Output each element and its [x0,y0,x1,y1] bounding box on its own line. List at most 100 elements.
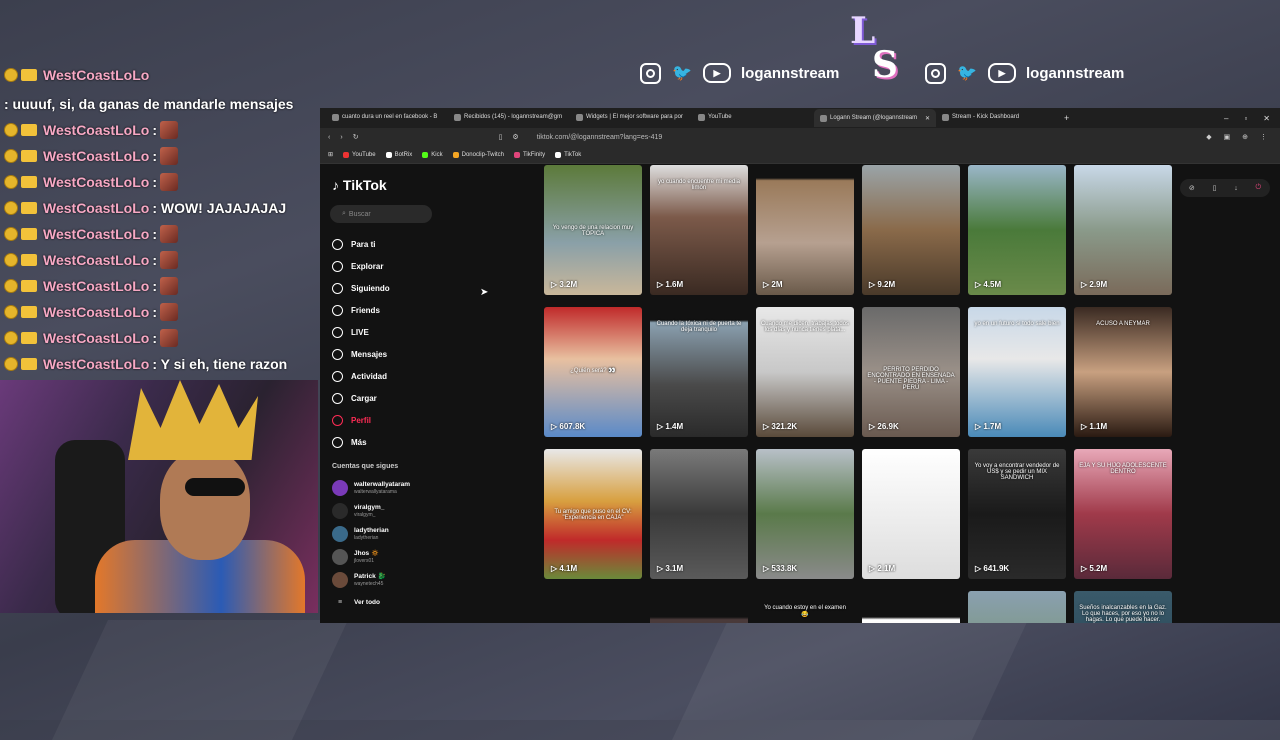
chat-username: WestCoastLoLo [43,304,150,320]
video-thumbnail[interactable]: ▷ 2.9M [1074,165,1172,295]
browser-tab[interactable]: YouTube [692,109,814,125]
avatar [332,571,348,588]
nav-item[interactable]: Explorar [332,255,390,277]
video-thumbnail[interactable]: ¿Quién será? 👀 ▷ 607.8K [544,307,642,437]
minimize-icon[interactable]: – [1224,114,1228,123]
video-thumbnail[interactable]: yo cuando encuentre mi media limón ▷ 1.6M [650,165,748,295]
followed-account[interactable]: ladytherian ladytherian [332,522,410,545]
apps-icon[interactable]: ⊞ [328,151,333,158]
followed-account[interactable]: viralgym_ viralgym_ [332,499,410,522]
bookmark-item[interactable]: Donoclip-Twitch [452,151,504,158]
close-window-icon[interactable]: ✕ [1263,114,1270,123]
tab-favicon-icon [576,113,583,121]
video-thumbnail[interactable]: ▷ 533.8K [756,449,854,579]
video-thumbnail[interactable]: Yo cuando estoy en el examen 😂 [756,591,854,623]
video-thumbnail[interactable]: ▷ 9.2M [862,165,960,295]
chat-text: : uuuuf, si, da ganas de mandarle mensaj… [4,96,294,112]
maximize-icon[interactable]: ▫ [1244,114,1247,123]
streamer-glasses [185,478,245,496]
account-text: Jhos 🔅 jlovers01 [354,550,379,564]
bookmark-item[interactable]: Kick [422,151,443,158]
new-tab-button[interactable]: + [1064,113,1069,123]
video-thumbnail[interactable]: Cuando la tóxica ni de puerta te deja tr… [650,307,748,437]
browser-tab[interactable]: Recibidos (145) - logannstream@gm [448,109,570,125]
nav-item-label: Mensajes [351,349,388,359]
nav-item[interactable]: Cargar [332,387,390,409]
nav-item[interactable]: Mensajes [332,343,390,365]
bookmark-item[interactable]: YouTube [343,151,376,158]
tab-close-icon[interactable]: ✕ [925,115,930,122]
tab-title: cuanto dura un reel en facebook - B [342,114,438,120]
bookmark-label: TikTok [564,151,582,158]
chat-emote-icon [159,121,178,139]
nav-item[interactable]: Para ti [332,233,390,255]
tiktok-logo[interactable]: ♪ TikTok [332,177,387,193]
see-all-link[interactable]: ≡ Ver todo [332,591,410,614]
video-thumbnail[interactable]: EJA Y SU HIJO ADOLESCENTE DENTRO ▷ 5.2M [1074,449,1172,579]
video-caption: Yo cuando estoy en el examen 😂 [764,605,846,618]
video-thumbnail[interactable]: Cuando es fin de semana y la tóxica empi… [544,591,642,623]
chat-text: : [152,122,157,138]
nav-item[interactable]: Friends [332,299,390,321]
video-thumbnail[interactable]: Yo vengo de una relacion muy TÓPICA ▷ 3.2… [544,165,642,295]
chat-emote-icon [159,303,178,321]
chat-emote-icon [159,173,178,191]
video-thumbnail[interactable]: ▷ 2M [756,165,854,295]
extensions-icons[interactable]: ◆ ▣ ⊕ ⋮ [1206,133,1272,141]
search-placeholder: Buscar [348,210,371,218]
chat-message: WestCoastLoLo: Y si eh, tiene razon [4,351,314,377]
nav-item[interactable]: Perfil [332,409,390,431]
video-thumbnail[interactable]: Cuando me dicen, trabajas todos los días… [756,307,854,437]
video-caption: ¿Quién será? 👀 [570,368,616,374]
chat-username: WestCoastLoLo [43,174,150,190]
chat-username: WestCoastLoLo [43,122,150,138]
view-count: ▷ 4.1M [551,564,577,573]
video-thumbnail[interactable]: 😂 [862,591,960,623]
site-info-icon[interactable]: ⚙ [512,133,518,141]
bookmark-item[interactable]: TikTok [555,151,582,158]
chat-username: WestCoastLoLo [43,278,150,294]
video-thumbnail[interactable]: ▷ 3.1M [650,449,748,579]
bookmark-item[interactable]: TikFinity [513,151,545,158]
nav-item[interactable]: Más [332,431,390,453]
url-field[interactable]: tiktok.com/@logannstream?lang=es-419 [529,131,1197,144]
video-thumbnail[interactable]: ▷ 4.5M [968,165,1066,295]
video-thumbnail[interactable]: Tu amigo que puso en el CV: "Experiencia… [544,449,642,579]
power-icon[interactable]: ⏻ [1256,184,1262,192]
video-thumbnail[interactable]: Yo voy a encontrar vendedor de US$ y se … [968,449,1066,579]
reload-icon[interactable]: ↻ [353,133,359,141]
video-thumbnail[interactable] [968,591,1066,623]
bookmark-favicon-icon [452,151,459,158]
live-icon [332,326,343,338]
browser-tab[interactable]: Stream - Kick Dashboard [936,109,1058,125]
video-thumbnail[interactable]: PERRITO PERDIDO ENCONTRADO EN ENSENADA -… [862,307,960,437]
followed-account[interactable]: Jhos 🔅 jlovers01 [332,545,410,568]
view-count-value: 1.7M [983,422,1002,431]
video-thumbnail[interactable] [650,591,748,623]
browser-tab[interactable]: cuanto dura un reel en facebook - B [326,109,448,125]
bookmark-item[interactable]: BotRix [385,151,412,158]
nav-item[interactable]: LIVE [332,321,390,343]
followed-account[interactable]: Patrick 🐉 waynetech45 [332,568,410,591]
instagram-icon [640,62,661,84]
download-icon[interactable]: ↓ [1234,185,1238,192]
video-thumbnail[interactable]: ACUSO A NEYMAR ▷ 1.1M [1074,307,1172,437]
browser-tab[interactable]: Logann Stream (@logannstream ✕ [814,109,936,127]
back-icon[interactable]: ‹ [328,134,330,141]
forward-icon[interactable]: › [340,134,342,141]
block-icon[interactable]: ⊘ [1189,184,1195,192]
nav-item[interactable]: Siguiendo [332,277,390,299]
crown-badge-icon [21,202,37,214]
bookmark-icon[interactable]: ▯ [499,133,503,141]
page-tools-pill[interactable]: ⊘ ▯ ↓ ⏻ [1180,179,1270,197]
video-thumbnail[interactable]: yo en un futuro si todo sale bien ▷ 1.7M [968,307,1066,437]
video-thumbnail[interactable]: ▷ 2.1M [862,449,960,579]
followed-account[interactable]: walterwallyataram walterwallyatarama [332,476,410,499]
device-icon[interactable]: ▯ [1213,184,1217,192]
crown-badge-icon [21,280,37,292]
logo-letter-s: S [872,44,898,86]
nav-item[interactable]: Actividad [332,365,390,387]
search-input[interactable]: ⌕ Buscar [330,205,432,223]
browser-tab[interactable]: Widgets | El mejor software para por [570,109,692,125]
video-thumbnail[interactable]: Sueños inalcanzables en la Gaz. Lo que h… [1074,591,1172,623]
